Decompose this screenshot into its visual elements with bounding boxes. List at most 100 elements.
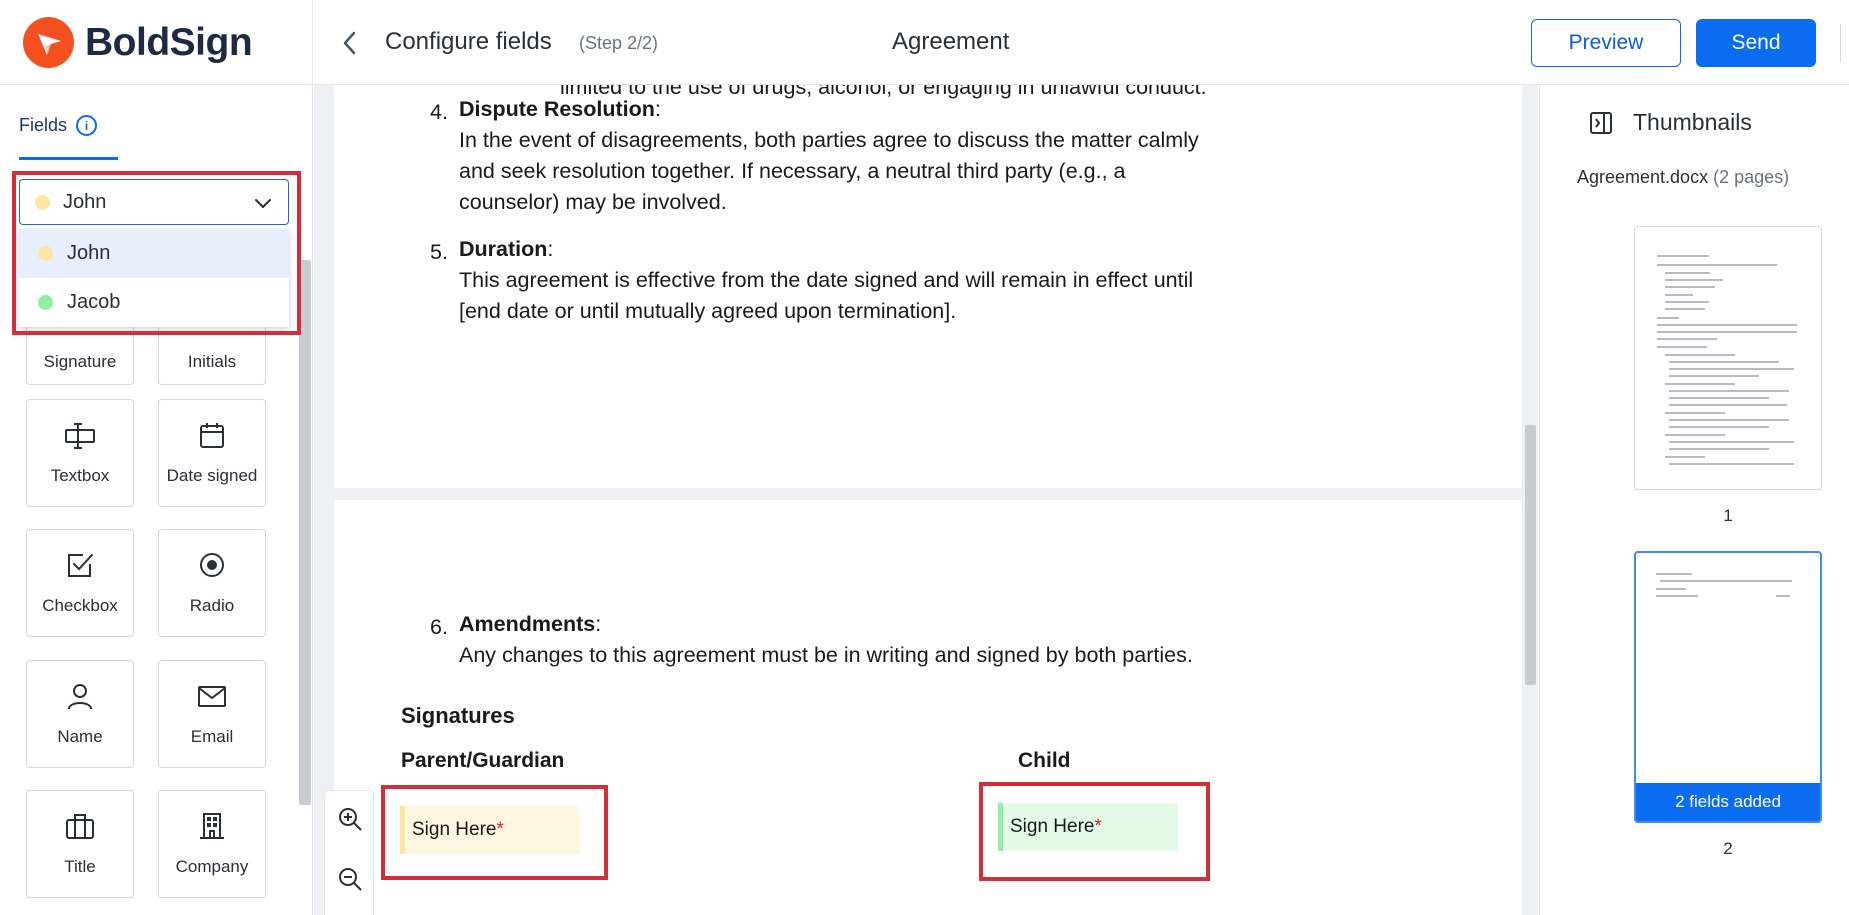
file-page-count: (2 pages) <box>1713 167 1790 187</box>
section-number: 5. <box>430 240 448 264</box>
radio-icon <box>159 550 265 582</box>
sign-here-label: Sign Here <box>1010 816 1095 837</box>
section-line: counselor) may be involved. <box>459 190 727 214</box>
info-icon[interactable]: i <box>76 115 98 136</box>
panel-collapse-icon[interactable] <box>1589 111 1613 135</box>
section-heading: Amendments <box>459 612 596 636</box>
back-button[interactable] <box>335 26 363 60</box>
required-mark: * <box>496 819 504 840</box>
chevron-left-icon <box>343 31 356 55</box>
child-label: Child <box>1018 749 1071 772</box>
page-title: Configure fields <box>385 28 552 55</box>
zoom-in-button[interactable] <box>334 803 366 835</box>
required-mark: * <box>1094 816 1102 837</box>
signer-option-label: John <box>67 242 111 264</box>
briefcase-icon <box>27 811 133 843</box>
file-name: Agreement.docx (2 pages) <box>1577 167 1789 188</box>
signer-color-dot <box>38 295 53 310</box>
section-heading: Duration <box>459 237 548 261</box>
sign-here-label: Sign Here <box>412 819 497 840</box>
header-divider <box>1840 24 1841 62</box>
field-checkbox[interactable]: Checkbox <box>26 529 134 637</box>
document-scrollbar[interactable] <box>1525 425 1536 685</box>
thumbnail-page-1[interactable] <box>1634 226 1822 490</box>
thumbnails-panel: Thumbnails Agreement.docx (2 pages) 1 2 … <box>1539 85 1849 915</box>
parent-sign-here-field[interactable]: Sign Here * <box>400 806 580 854</box>
logo-text: BoldSign <box>85 20 253 64</box>
signer-color-dot <box>35 194 50 210</box>
section-heading: Dispute Resolution <box>459 97 655 121</box>
field-signature[interactable]: Signature <box>26 321 134 385</box>
field-initials[interactable]: Initials <box>158 321 266 385</box>
step-indicator: (Step 2/2) <box>579 33 659 53</box>
checkbox-icon <box>27 550 133 582</box>
field-label: Initials <box>187 352 237 371</box>
tab-fields[interactable]: Fields i <box>19 115 98 136</box>
envelope-icon <box>159 681 265 713</box>
field-label: Textbox <box>50 466 110 485</box>
signer-dropdown-menu: John Jacob <box>19 229 289 327</box>
textbox-icon <box>27 420 133 452</box>
child-sign-here-field[interactable]: Sign Here * <box>998 803 1178 851</box>
field-title[interactable]: Title <box>26 790 134 898</box>
field-label: Date signed <box>166 466 258 485</box>
document-page-2: 6. Amendments: Any changes to this agree… <box>334 500 1522 915</box>
thumbnail-page-2[interactable]: 2 fields added <box>1634 551 1822 823</box>
thumbnails-title: Thumbnails <box>1633 109 1752 135</box>
zoom-controls <box>324 790 374 915</box>
preview-button[interactable]: Preview <box>1531 19 1681 67</box>
field-label: Signature <box>43 352 117 371</box>
field-email[interactable]: Email <box>158 660 266 768</box>
field-label: Title <box>64 857 96 876</box>
zoom-out-icon <box>339 868 362 891</box>
section-line: [end date or until mutually agreed upon … <box>459 299 957 323</box>
signer-option-john[interactable]: John <box>19 229 289 278</box>
signer-color-dot <box>38 246 53 261</box>
field-radio[interactable]: Radio <box>158 529 266 637</box>
field-name[interactable]: Name <box>26 660 134 768</box>
section-line: This agreement is effective from the dat… <box>459 268 1194 292</box>
field-label: Name <box>57 727 103 746</box>
thumbnail-page-number: 1 <box>1723 506 1733 525</box>
active-tab-indicator <box>19 157 118 160</box>
field-company[interactable]: Company <box>158 790 266 898</box>
field-label: Radio <box>189 596 235 615</box>
section-line: and seek resolution together. If necessa… <box>459 159 1126 183</box>
section-number: 6. <box>430 615 448 639</box>
field-label: Email <box>190 727 234 746</box>
person-icon <box>27 681 133 713</box>
field-date-signed[interactable]: Date signed <box>158 399 266 507</box>
field-label: Checkbox <box>42 596 118 615</box>
section-line: Any changes to this agreement must be in… <box>459 643 1193 667</box>
section-duration: Duration: This agreement is effective fr… <box>459 237 1194 323</box>
thumbnails-header: Thumbnails <box>1589 109 1752 136</box>
section-number: 4. <box>430 100 448 124</box>
building-icon <box>159 811 265 843</box>
send-button[interactable]: Send <box>1696 19 1816 67</box>
fields-added-badge: 2 fields added <box>1636 783 1820 821</box>
fields-scrollbar[interactable] <box>299 260 311 805</box>
file-name-text: Agreement.docx <box>1577 167 1709 187</box>
zoom-in-icon <box>339 808 362 831</box>
section-dispute-resolution: Dispute Resolution: In the event of disa… <box>459 97 1199 214</box>
calendar-icon <box>159 420 265 452</box>
top-bar: BoldSign Configure fields (Step 2/2) Agr… <box>0 0 1849 85</box>
section-line: In the event of disagreements, both part… <box>459 128 1199 152</box>
tab-fields-label: Fields <box>19 115 68 135</box>
boldsign-logo-icon <box>23 17 74 68</box>
zoom-out-button[interactable] <box>334 863 366 895</box>
thumbnail-page-number: 2 <box>1723 839 1733 858</box>
signer-select[interactable]: John <box>19 179 289 225</box>
logo[interactable]: BoldSign <box>0 0 313 85</box>
document-title: Agreement <box>892 28 1010 55</box>
field-textbox[interactable]: Textbox <box>26 399 134 507</box>
signatures-heading: Signatures <box>401 703 515 728</box>
signer-option-label: Jacob <box>67 291 121 313</box>
signer-select-value: John <box>63 190 107 213</box>
document-viewer[interactable]: limited to the use of drugs, alcohol, or… <box>314 85 1538 915</box>
document-page-1: limited to the use of drugs, alcohol, or… <box>334 85 1522 488</box>
signer-option-jacob[interactable]: Jacob <box>19 278 289 327</box>
parent-guardian-label: Parent/Guardian <box>401 749 565 772</box>
field-label: Company <box>175 857 249 876</box>
chevron-down-icon <box>255 199 271 208</box>
